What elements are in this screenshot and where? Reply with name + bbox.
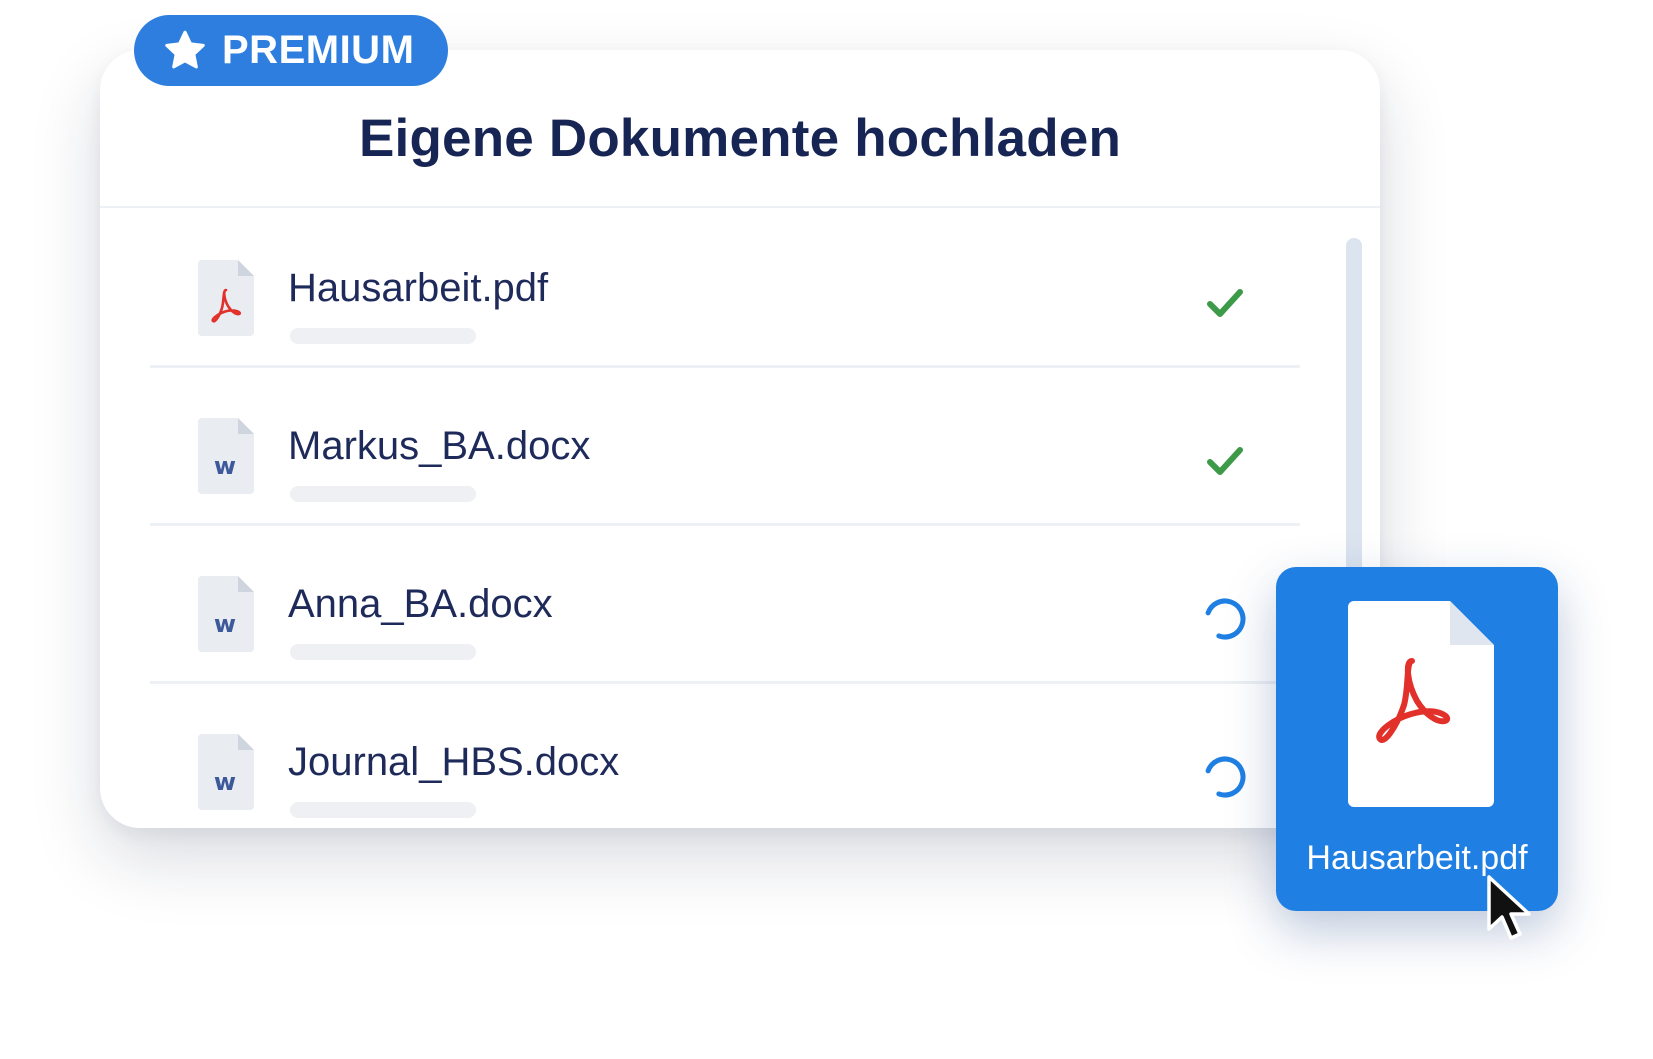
file-row[interactable]: w Anna_BA.docx [150,526,1300,684]
file-progress-bar [290,802,476,818]
file-name: Journal_HBS.docx [288,740,620,784]
premium-label: PREMIUM [222,28,415,72]
file-progress-bar [290,328,476,344]
pdf-document-icon [1348,601,1494,807]
svg-text:w: w [214,610,236,638]
file-progress-bar [290,486,476,502]
star-icon [165,30,205,68]
mouse-cursor-icon [1487,875,1531,940]
checkmark-icon [1207,289,1243,317]
file-list: Hausarbeit.pdf w Markus_BA.docx w Anna_B… [150,210,1300,828]
svg-text:w: w [214,452,236,480]
file-name: Markus_BA.docx [288,424,591,468]
dragged-file-name: Hausarbeit.pdf [1306,839,1528,877]
word-file-icon: w [198,576,254,652]
upload-card: Eigene Dokumente hochladen Hausarbeit.pd… [100,50,1380,828]
upload-illustration: PREMIUM Eigene Dokumente hochladen Hausa… [0,0,1653,1059]
file-row[interactable]: w Markus_BA.docx [150,368,1300,526]
premium-badge: PREMIUM [134,15,448,86]
file-progress-bar [290,644,476,660]
checkmark-icon [1207,447,1243,475]
page-title: Eigene Dokumente hochladen [358,108,1122,168]
word-file-icon: w [198,418,254,494]
loading-spinner-icon [1205,598,1246,640]
file-name: Anna_BA.docx [288,582,553,626]
loading-spinner-icon [1205,756,1246,798]
file-row[interactable]: w Journal_HBS.docx [150,684,1300,828]
pdf-file-icon [198,260,254,336]
dragged-file-tile[interactable]: Hausarbeit.pdf [1276,567,1558,911]
word-file-icon: w [198,734,254,810]
file-name: Hausarbeit.pdf [288,266,549,310]
svg-text:w: w [214,768,236,796]
file-row[interactable]: Hausarbeit.pdf [150,210,1300,368]
